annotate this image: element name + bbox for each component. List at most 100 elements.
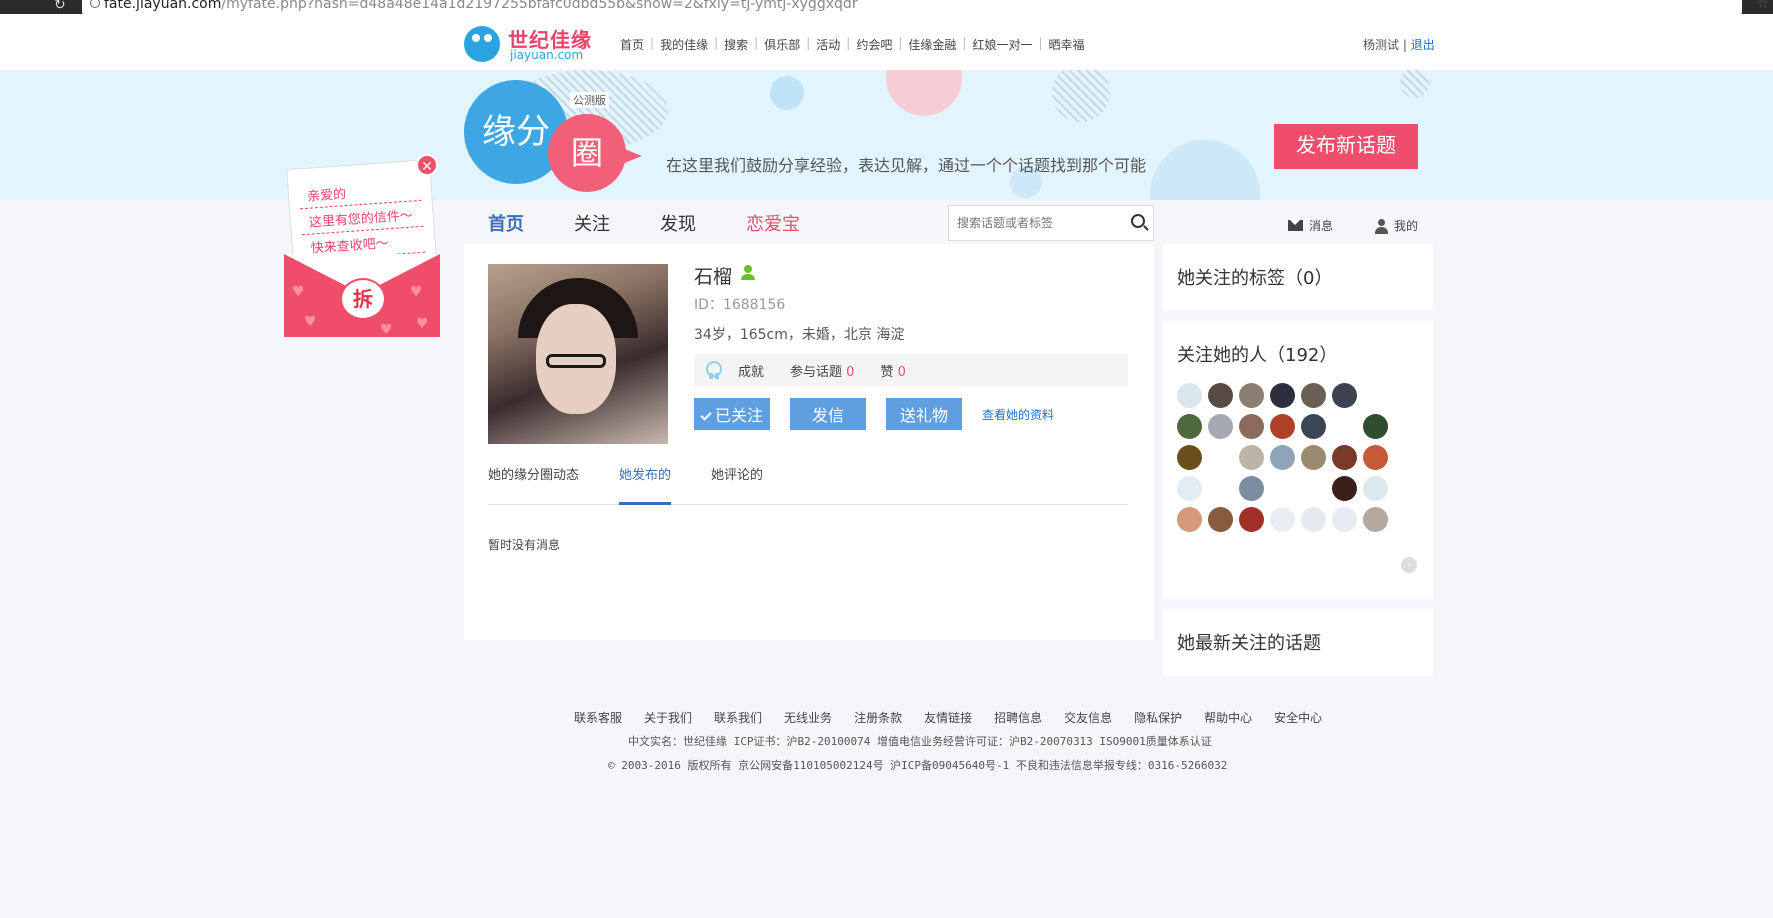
follower-avatar[interactable] bbox=[1270, 507, 1295, 532]
my-link[interactable]: 我的 bbox=[1374, 217, 1418, 234]
footer-link[interactable]: 联系我们 bbox=[714, 709, 762, 726]
follower-avatar[interactable] bbox=[1239, 414, 1264, 439]
profile-id: ID：1688156 bbox=[694, 297, 786, 313]
footer-link[interactable]: 隐私保护 bbox=[1134, 709, 1182, 726]
follower-avatar[interactable] bbox=[1239, 476, 1264, 501]
follower-avatar[interactable] bbox=[1332, 507, 1357, 532]
profile-sub-tab[interactable]: 她发布的 bbox=[619, 465, 672, 505]
follower-avatar[interactable] bbox=[1270, 445, 1295, 470]
bookmark-star-icon[interactable]: ☆ bbox=[1756, 0, 1769, 12]
heart-decor-icon: ♥ bbox=[410, 284, 423, 300]
send-letter-button[interactable]: 发信 bbox=[790, 398, 866, 430]
search-input[interactable] bbox=[949, 206, 1109, 240]
footer-link[interactable]: 安全中心 bbox=[1274, 709, 1322, 726]
follower-avatar[interactable] bbox=[1332, 476, 1357, 501]
follower-avatar[interactable] bbox=[1270, 383, 1295, 408]
envelope-close-icon[interactable]: ✕ bbox=[416, 154, 438, 176]
user-name[interactable]: 杨测试 bbox=[1363, 38, 1399, 52]
main-tab[interactable]: 关注 bbox=[574, 210, 610, 236]
follower-avatar[interactable] bbox=[1270, 414, 1295, 439]
top-nav-link[interactable]: 我的佳缘 bbox=[660, 36, 708, 53]
follower-avatar[interactable] bbox=[1177, 507, 1202, 532]
follower-avatar[interactable] bbox=[1363, 507, 1388, 532]
likes-stat: 赞 0 bbox=[880, 361, 905, 380]
top-nav-link[interactable]: 佳缘金融 bbox=[908, 36, 956, 53]
top-nav-link[interactable]: 搜索 bbox=[724, 36, 748, 53]
follower-avatar[interactable] bbox=[1239, 383, 1264, 408]
nav-separator: | bbox=[846, 36, 851, 50]
logout-link[interactable]: 退出 bbox=[1411, 38, 1435, 52]
footer-link[interactable]: 注册条款 bbox=[854, 709, 902, 726]
profile-actions: 已关注 发信 送礼物 查看她的资料 bbox=[694, 398, 1054, 430]
search-icon[interactable] bbox=[1131, 214, 1145, 228]
achievement-label: 成就 bbox=[738, 364, 765, 380]
followed-tags-title[interactable]: 她关注的标签（0） bbox=[1163, 244, 1433, 290]
follower-avatar[interactable] bbox=[1332, 445, 1357, 470]
view-profile-link[interactable]: 查看她的资料 bbox=[982, 406, 1054, 423]
main-tab[interactable]: 发现 bbox=[660, 210, 696, 236]
footer-copyright-line: © 2003-2016 版权所有 京公网安备110105002124号 沪ICP… bbox=[608, 759, 1228, 772]
main-tab[interactable]: 恋爱宝 bbox=[746, 210, 800, 236]
next-page-arrow-icon[interactable]: › bbox=[1401, 557, 1417, 573]
follower-avatar[interactable] bbox=[1208, 414, 1233, 439]
footer-link[interactable]: 帮助中心 bbox=[1204, 709, 1252, 726]
followed-button[interactable]: 已关注 bbox=[694, 398, 770, 430]
address-bar[interactable]: fate.jiayuan.com/myfate.php?hash=d48a48e… bbox=[82, 0, 1742, 14]
avatar-glasses bbox=[546, 354, 606, 368]
deco-hatch-tiny bbox=[1400, 70, 1430, 98]
follower-avatar[interactable] bbox=[1332, 383, 1357, 408]
messages-link[interactable]: 消息 bbox=[1288, 217, 1333, 234]
mail-icon bbox=[1288, 220, 1303, 231]
messages-label: 消息 bbox=[1309, 219, 1334, 233]
envelope-open-button[interactable]: 拆 bbox=[340, 278, 386, 320]
heart-decor-icon: ♥ bbox=[380, 322, 393, 338]
top-nav-link[interactable]: 首页 bbox=[620, 36, 644, 53]
followers-title[interactable]: 关注她的人（192） bbox=[1163, 321, 1433, 367]
follower-avatar[interactable] bbox=[1239, 507, 1264, 532]
follower-avatar[interactable] bbox=[1177, 414, 1202, 439]
site-logo[interactable]: 世纪佳缘 jiayuan.com bbox=[464, 24, 604, 64]
follower-avatar[interactable] bbox=[1363, 445, 1388, 470]
send-gift-button[interactable]: 送礼物 bbox=[886, 398, 962, 430]
topics-count: 0 bbox=[846, 364, 855, 380]
follower-avatar[interactable] bbox=[1301, 507, 1326, 532]
browser-bar: ↻ fate.jiayuan.com/myfate.php?hash=d48a4… bbox=[0, 0, 1773, 14]
follower-avatar[interactable] bbox=[1177, 476, 1202, 501]
nav-separator: | bbox=[754, 36, 759, 50]
profile-avatar[interactable] bbox=[488, 264, 668, 444]
follower-avatar[interactable] bbox=[1208, 507, 1233, 532]
footer-link[interactable]: 无线业务 bbox=[784, 709, 832, 726]
follower-avatar[interactable] bbox=[1301, 414, 1326, 439]
top-nav-link[interactable]: 俱乐部 bbox=[764, 36, 800, 53]
publish-topic-button[interactable]: 发布新话题 bbox=[1274, 124, 1418, 169]
follower-avatar[interactable] bbox=[1301, 445, 1326, 470]
search-box bbox=[948, 205, 1154, 241]
heart-decor-icon: ♥ bbox=[304, 314, 317, 330]
profile-sub-tab[interactable]: 她评论的 bbox=[711, 465, 763, 505]
top-nav-link[interactable]: 红娘一对一 bbox=[972, 36, 1032, 53]
top-nav-link[interactable]: 活动 bbox=[816, 36, 840, 53]
reload-icon[interactable]: ↻ bbox=[54, 0, 66, 13]
profile-sub-tab[interactable]: 她的缘分圈动态 bbox=[488, 465, 579, 505]
envelope-popup[interactable]: 亲爱的 这里有您的信件～ 快来查收吧～ ♥ ♥ ♥ ♥ ♥ 拆 ✕ bbox=[284, 154, 440, 338]
followed-tags-card: 她关注的标签（0） bbox=[1163, 244, 1433, 310]
follower-avatar[interactable] bbox=[1301, 383, 1326, 408]
banner: 缘分 圈 公测版 在这里我们鼓励分享经验，表达见解，通过一个个话题找到那个可能 … bbox=[0, 70, 1773, 200]
follower-avatar[interactable] bbox=[1208, 383, 1233, 408]
follower-avatar[interactable] bbox=[1239, 445, 1264, 470]
main-tab[interactable]: 首页 bbox=[488, 210, 524, 236]
latest-topics-title[interactable]: 她最新关注的话题 bbox=[1163, 609, 1433, 655]
user-box: 杨测试 | 退出 bbox=[1363, 36, 1435, 53]
follower-avatar[interactable] bbox=[1363, 414, 1388, 439]
top-nav-link[interactable]: 约会吧 bbox=[856, 36, 892, 53]
topics-label: 参与话题 bbox=[790, 364, 843, 380]
follower-avatar[interactable] bbox=[1177, 383, 1202, 408]
footer-link[interactable]: 交友信息 bbox=[1064, 709, 1112, 726]
follower-avatar[interactable] bbox=[1177, 445, 1202, 470]
top-nav-link[interactable]: 晒幸福 bbox=[1049, 36, 1085, 53]
footer-link[interactable]: 友情链接 bbox=[924, 709, 972, 726]
footer-link[interactable]: 联系客服 bbox=[574, 709, 622, 726]
footer-link[interactable]: 招聘信息 bbox=[994, 709, 1042, 726]
footer-link[interactable]: 关于我们 bbox=[644, 709, 692, 726]
follower-avatar[interactable] bbox=[1363, 476, 1388, 501]
